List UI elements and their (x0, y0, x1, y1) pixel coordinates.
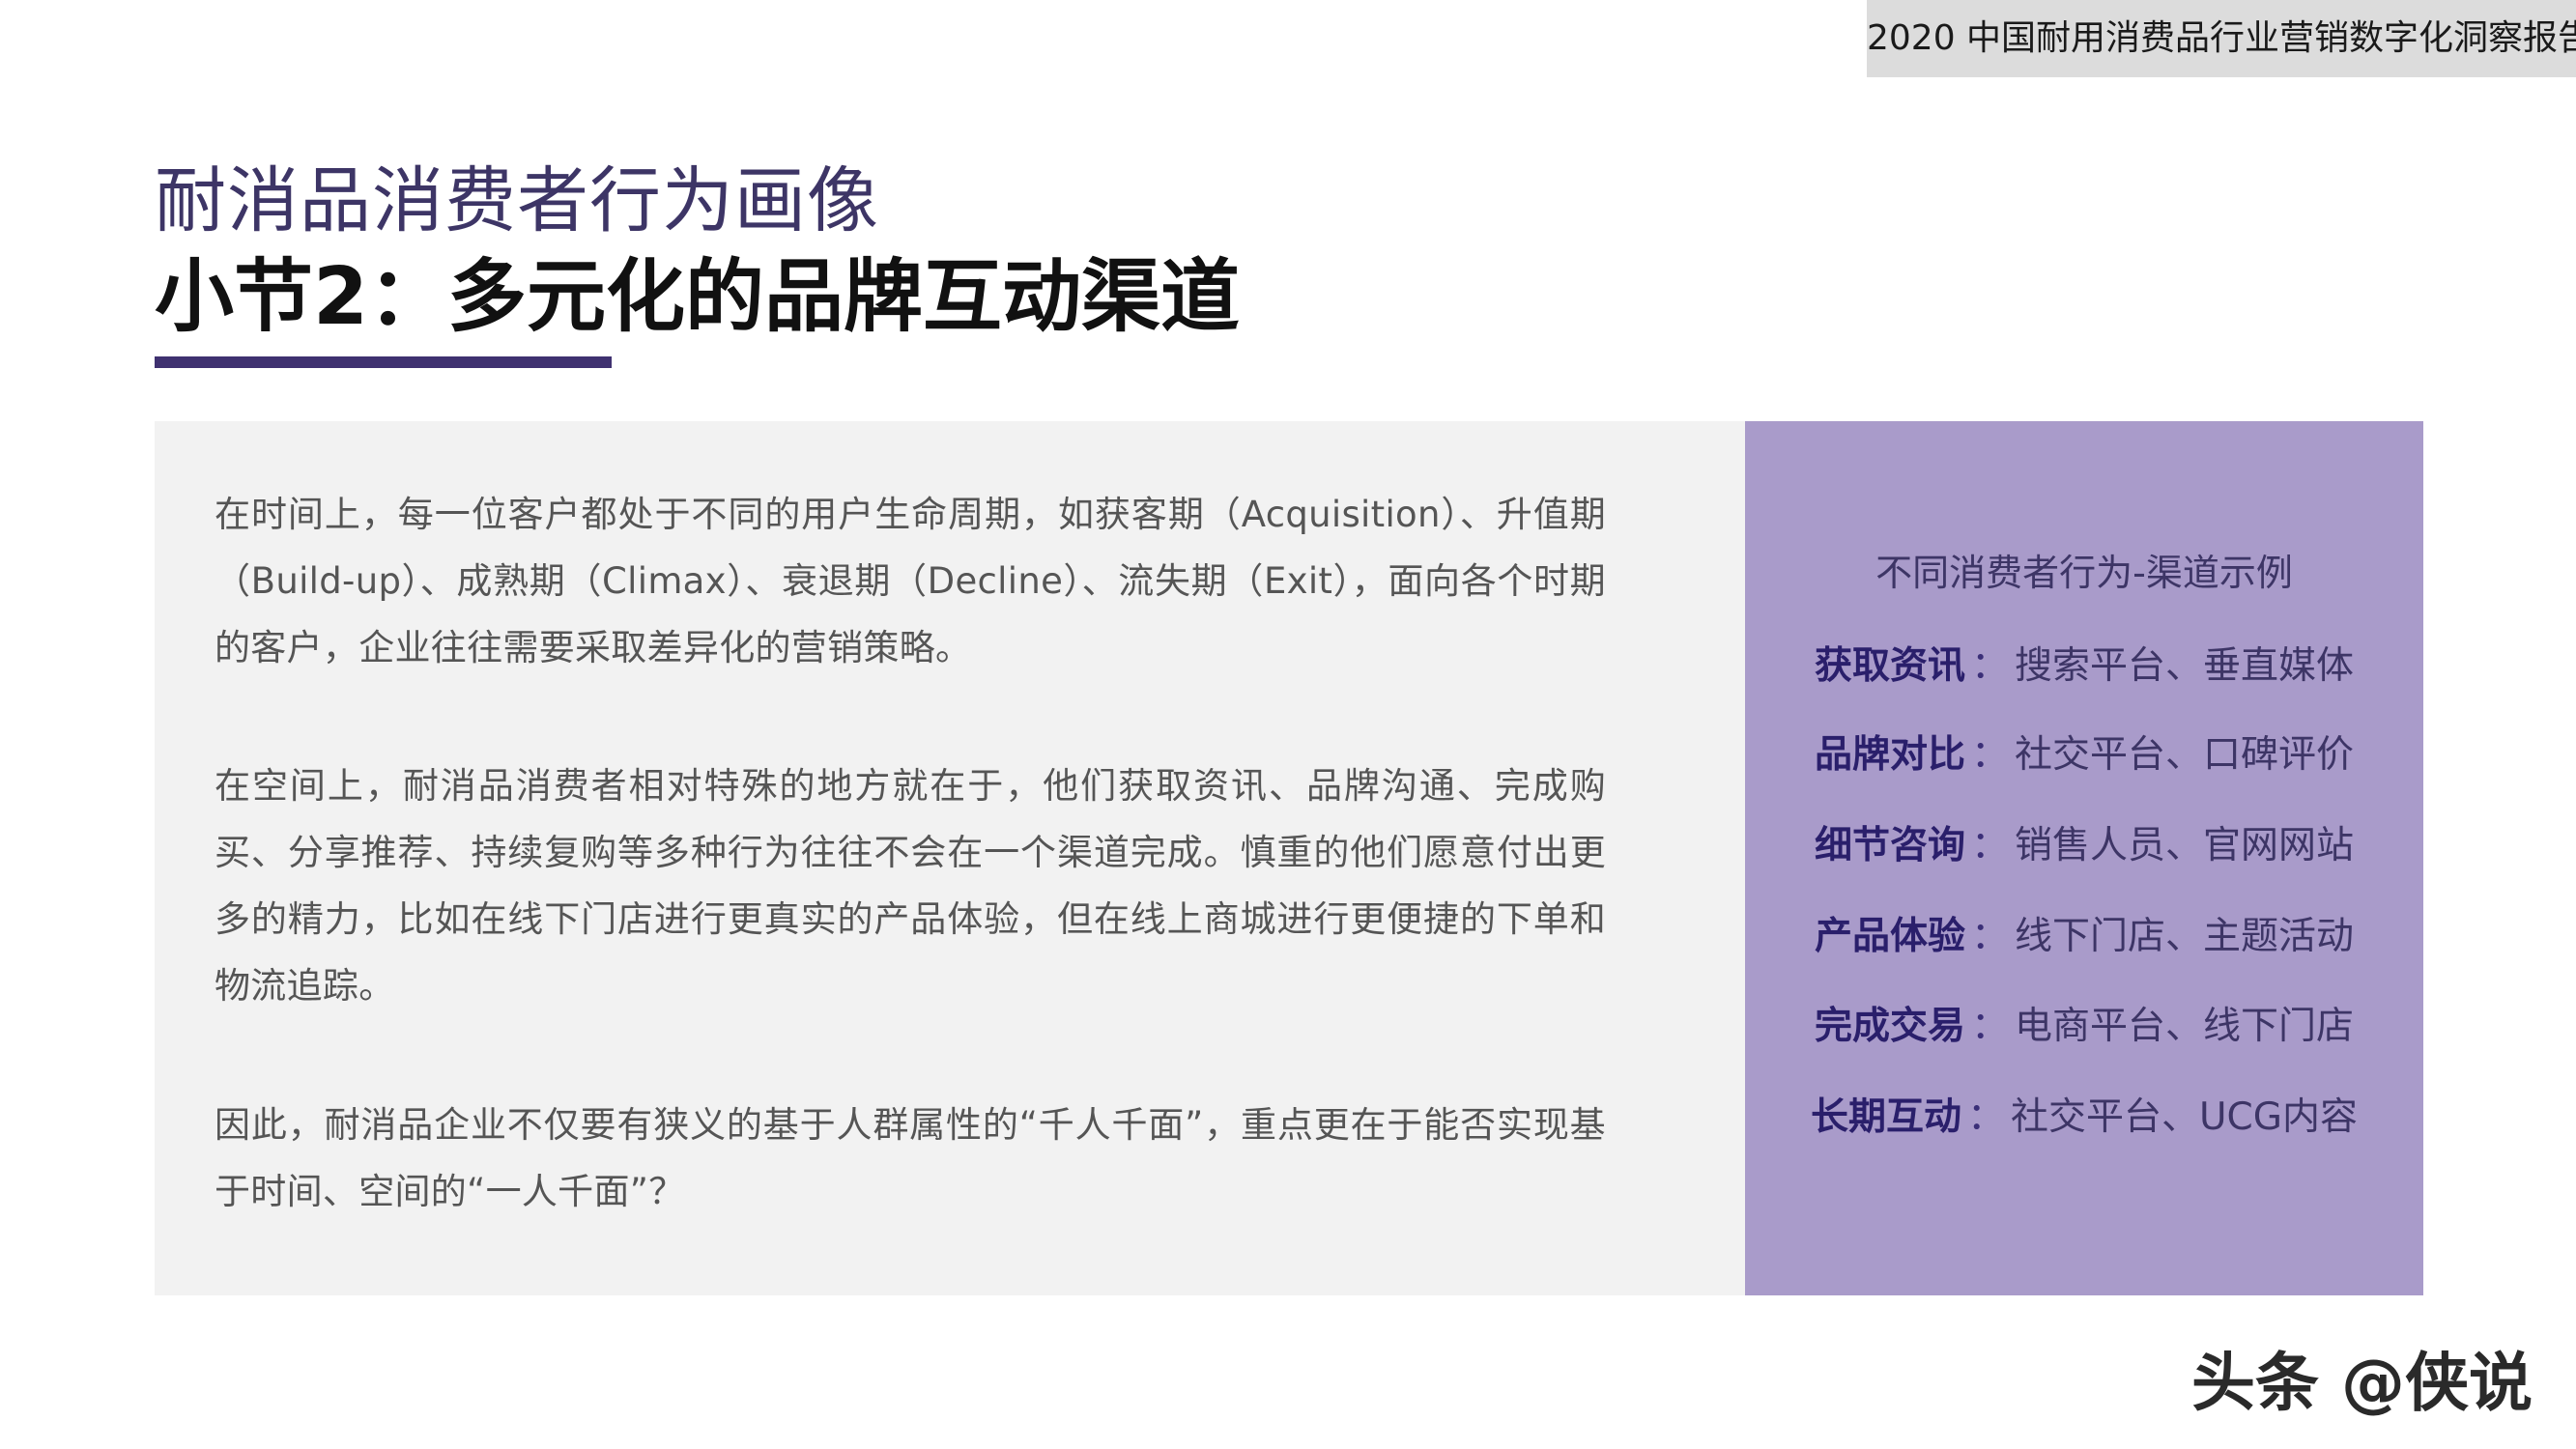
channel-label: 品牌对比 (1814, 733, 1965, 777)
channel-value: 社交平台、UCG内容 (2011, 1095, 2359, 1139)
channel-value: 线下门店、主题活动 (2015, 915, 2355, 958)
paragraph-conclusion: 因此，耐消品企业不仅要有狭义的基于人群属性的“千人千面”，重点更在于能否实现基于… (215, 1104, 1606, 1212)
channel-separator: ： (1970, 644, 2009, 688)
channel-value: 销售人员、官网网站 (2015, 824, 2355, 867)
channel-row-compare: 品牌对比：社交平台、口碑评价 (1745, 724, 2423, 779)
report-title: 2020 中国耐用消费品行业营销数字化洞察报告 (1867, 18, 2576, 58)
channel-row-transaction: 完成交易：电商平台、线下门店 (1745, 996, 2423, 1050)
page-title: 耐消品消费者行为画像 (155, 159, 879, 242)
channel-row-info: 获取资讯：搜索平台、垂直媒体 (1745, 636, 2423, 690)
channel-row-interaction: 长期互动：社交平台、UCG内容 (1745, 1087, 2423, 1141)
channel-label: 完成交易 (1814, 1005, 1965, 1048)
channel-label: 长期互动 (1810, 1095, 1961, 1139)
paragraph-space: 在空间上，耐消品消费者相对特殊的地方就在于，他们获取资讯、品牌沟通、完成购买、分… (215, 765, 1606, 1007)
channel-separator: ： (1970, 824, 2009, 867)
channel-examples-panel: 不同消费者行为-渠道示例 获取资讯：搜索平台、垂直媒体 品牌对比：社交平台、口碑… (1745, 421, 2423, 1295)
content-panel: 在时间上，每一位客户都处于不同的用户生命周期，如获客期（Acquisition）… (155, 421, 1745, 1295)
channel-separator: ： (1967, 1095, 2006, 1139)
channel-value: 搜索平台、垂直媒体 (2015, 644, 2355, 688)
channel-value: 电商平台、线下门店 (2015, 1005, 2355, 1048)
channel-separator: ： (1970, 1005, 2009, 1048)
channel-examples-heading: 不同消费者行为-渠道示例 (1875, 552, 2293, 594)
title-underline (155, 356, 612, 368)
watermark: 头条 @侠说 (2191, 1346, 2533, 1420)
channel-separator: ： (1970, 915, 2009, 958)
channel-label: 产品体验 (1814, 915, 1965, 958)
channel-row-experience: 产品体验：线下门店、主题活动 (1745, 906, 2423, 960)
paragraph-time: 在时间上，每一位客户都处于不同的用户生命周期，如获客期（Acquisition）… (215, 494, 1606, 668)
report-title-tab: 2020 中国耐用消费品行业营销数字化洞察报告 (1867, 0, 2576, 77)
channel-label: 获取资讯 (1814, 644, 1965, 688)
section-title: 小节2：多元化的品牌互动渠道 (155, 251, 1241, 343)
channel-separator: ： (1970, 733, 2009, 777)
channel-row-consult: 细节咨询：销售人员、官网网站 (1745, 815, 2423, 869)
channel-label: 细节咨询 (1814, 824, 1965, 867)
channel-value: 社交平台、口碑评价 (2015, 733, 2355, 777)
